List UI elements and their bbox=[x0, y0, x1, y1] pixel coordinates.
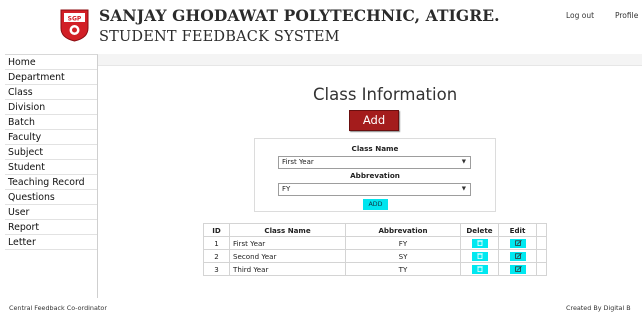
chevron-down-icon: ▼ bbox=[461, 186, 466, 192]
cell-class-name: Third Year bbox=[229, 262, 346, 276]
column-header-abbrevation: Abbrevation bbox=[345, 223, 461, 237]
cell-id: 1 bbox=[203, 236, 230, 250]
cell-edit bbox=[498, 249, 537, 263]
class-name-label: Class Name bbox=[351, 144, 399, 153]
class-table: ID Class Name Abbrevation Delete Edit 1 … bbox=[203, 223, 547, 276]
logo-text: SGP bbox=[68, 16, 82, 23]
trash-icon bbox=[476, 240, 483, 247]
content-top-strip bbox=[98, 54, 642, 66]
trash-icon bbox=[476, 253, 483, 260]
cell-abbrevation: TY bbox=[345, 262, 461, 276]
cell-class-name: Second Year bbox=[229, 249, 346, 263]
edit-button[interactable] bbox=[509, 238, 526, 248]
table-row: 1 First Year FY bbox=[203, 236, 547, 250]
delete-button[interactable] bbox=[471, 264, 488, 274]
cell-class-name: First Year bbox=[229, 236, 346, 250]
cell-spacer bbox=[536, 236, 547, 250]
logout-link[interactable]: Log out bbox=[566, 11, 594, 20]
column-header-class-name: Class Name bbox=[229, 223, 346, 237]
class-form: Class Name First Year ▼ Abbrevation FY ▼… bbox=[254, 138, 496, 212]
sidebar-item-class[interactable]: Class bbox=[5, 85, 97, 100]
delete-button[interactable] bbox=[471, 251, 488, 261]
sidebar-item-home[interactable]: Home bbox=[5, 55, 97, 70]
cell-id: 3 bbox=[203, 262, 230, 276]
page-title: Class Information bbox=[313, 85, 458, 104]
profile-link[interactable]: Profile bbox=[615, 11, 638, 20]
column-header-edit: Edit bbox=[498, 223, 537, 237]
header: SGP SANJAY GHODAWAT POLYTECHNIC, ATIGRE.… bbox=[0, 0, 642, 54]
sidebar-item-questions[interactable]: Questions bbox=[5, 190, 97, 205]
edit-button[interactable] bbox=[509, 264, 526, 274]
cell-abbrevation: SY bbox=[345, 249, 461, 263]
edit-icon bbox=[514, 240, 522, 247]
table-header-row: ID Class Name Abbrevation Delete Edit bbox=[203, 223, 547, 237]
sidebar-item-department[interactable]: Department bbox=[5, 70, 97, 85]
sidebar-item-user[interactable]: User bbox=[5, 205, 97, 220]
cell-id: 2 bbox=[203, 249, 230, 263]
sidebar-item-report[interactable]: Report bbox=[5, 220, 97, 235]
org-title: SANJAY GHODAWAT POLYTECHNIC, ATIGRE. bbox=[99, 6, 500, 25]
cell-delete bbox=[460, 262, 499, 276]
table-row: 2 Second Year SY bbox=[203, 249, 547, 263]
delete-button[interactable] bbox=[471, 238, 488, 248]
edit-icon bbox=[514, 253, 522, 260]
column-header-delete: Delete bbox=[460, 223, 499, 237]
cell-delete bbox=[460, 236, 499, 250]
footer-right-text: Created By Digital B bbox=[566, 304, 631, 312]
footer-left-text: Central Feedback Co-ordinator bbox=[9, 304, 107, 312]
cell-edit bbox=[498, 236, 537, 250]
abbrevation-value: FY bbox=[282, 185, 291, 193]
sidebar-item-student[interactable]: Student bbox=[5, 160, 97, 175]
sidebar-item-teaching-record[interactable]: Teaching Record bbox=[5, 175, 97, 190]
sidebar-item-faculty[interactable]: Faculty bbox=[5, 130, 97, 145]
sidebar-item-division[interactable]: Division bbox=[5, 100, 97, 115]
trash-icon bbox=[476, 266, 483, 273]
chevron-down-icon: ▼ bbox=[461, 159, 466, 165]
system-title: STUDENT FEEDBACK SYSTEM bbox=[99, 29, 340, 45]
cell-spacer bbox=[536, 249, 547, 263]
cell-delete bbox=[460, 249, 499, 263]
abbrevation-select[interactable]: FY ▼ bbox=[278, 183, 471, 196]
abbrevation-label: Abbrevation bbox=[350, 171, 400, 180]
cell-abbrevation: FY bbox=[345, 236, 461, 250]
sgp-shield-logo: SGP bbox=[60, 9, 89, 42]
column-header-id: ID bbox=[203, 223, 230, 237]
table-row: 3 Third Year TY bbox=[203, 262, 547, 276]
sidebar-item-letter[interactable]: Letter bbox=[5, 235, 97, 250]
edit-icon bbox=[514, 266, 522, 273]
class-name-select[interactable]: First Year ▼ bbox=[278, 156, 471, 169]
cell-edit bbox=[498, 262, 537, 276]
class-name-value: First Year bbox=[282, 158, 314, 166]
cell-spacer bbox=[536, 262, 547, 276]
column-header-spacer bbox=[536, 223, 547, 237]
edit-button[interactable] bbox=[509, 251, 526, 261]
sidebar-item-subject[interactable]: Subject bbox=[5, 145, 97, 160]
sidebar-item-batch[interactable]: Batch bbox=[5, 115, 97, 130]
add-submit-button[interactable]: ADD bbox=[363, 199, 388, 210]
add-class-button[interactable]: Add bbox=[349, 110, 399, 131]
sidebar-nav: Home Department Class Division Batch Fac… bbox=[5, 54, 98, 298]
